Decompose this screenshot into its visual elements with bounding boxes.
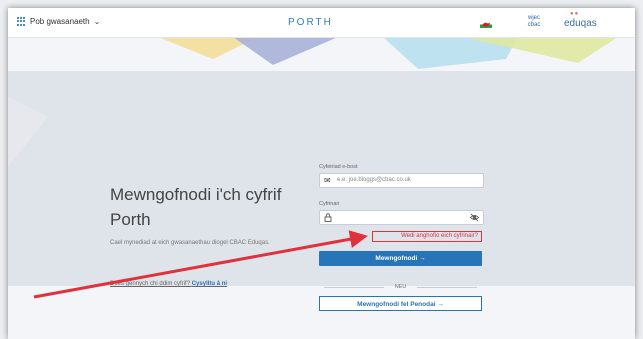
page-title: Mewngofnodi i'ch cyfrif Porth — [110, 185, 282, 229]
hide-password-icon[interactable] — [470, 213, 479, 222]
eduqas-logo-mark: ●● — [570, 11, 580, 17]
password-field[interactable] — [319, 210, 484, 225]
cbac-logo-line2: cbac — [527, 22, 541, 28]
cbac-logo-line1: wjec — [527, 15, 540, 21]
background-graphic — [8, 37, 635, 339]
page-subtitle: Cael mynediad at eich gwasanaethau dioge… — [110, 240, 270, 246]
chevron-down-icon: ⌄ — [93, 17, 101, 26]
or-label: NEU — [394, 284, 407, 290]
services-menu-label: Pob gwasanaeth — [30, 17, 90, 26]
lock-icon — [324, 213, 332, 222]
forgot-password-link[interactable]: Wedi anghofio eich cyfrinair? — [372, 231, 482, 242]
or-divider: NEU — [319, 283, 482, 291]
login-button[interactable]: Mewngofnodi → — [319, 251, 482, 266]
email-field[interactable]: ✉ e.e. joe.bloggs@cbac.co.uk — [319, 173, 484, 188]
eduqas-logo-text: eduqas — [564, 18, 597, 29]
email-placeholder: e.e. joe.bloggs@cbac.co.uk — [337, 177, 411, 183]
decorative-shapes — [8, 37, 618, 167]
contact-us-link[interactable]: Cysylltu â ni — [192, 281, 227, 287]
services-menu[interactable]: Pob gwasanaeth ⌄ — [17, 17, 100, 26]
brand-title: PORTH — [288, 17, 333, 28]
no-account-link[interactable]: Does gennych chi ddim cyfrif? Cysylltu â… — [110, 281, 227, 287]
envelope-icon: ✉ — [324, 176, 331, 185]
email-label: Cyfeiriad e-bost — [319, 164, 358, 170]
top-navigation-bar: Pob gwasanaeth ⌄ PORTH wjec cbac ●● eduq… — [8, 8, 635, 38]
eduqas-logo[interactable]: ●● eduqas — [564, 11, 597, 29]
wjec-cbac-logo[interactable]: wjec cbac — [522, 15, 546, 33]
examiner-login-button[interactable]: Mewngofnodi fel Penodai → — [319, 296, 482, 311]
no-account-text: Does gennych chi ddim cyfrif? — [110, 281, 191, 287]
welsh-flag-icon[interactable] — [480, 21, 492, 28]
password-label: Cyfrinair — [319, 201, 340, 207]
apps-grid-icon — [17, 17, 26, 26]
